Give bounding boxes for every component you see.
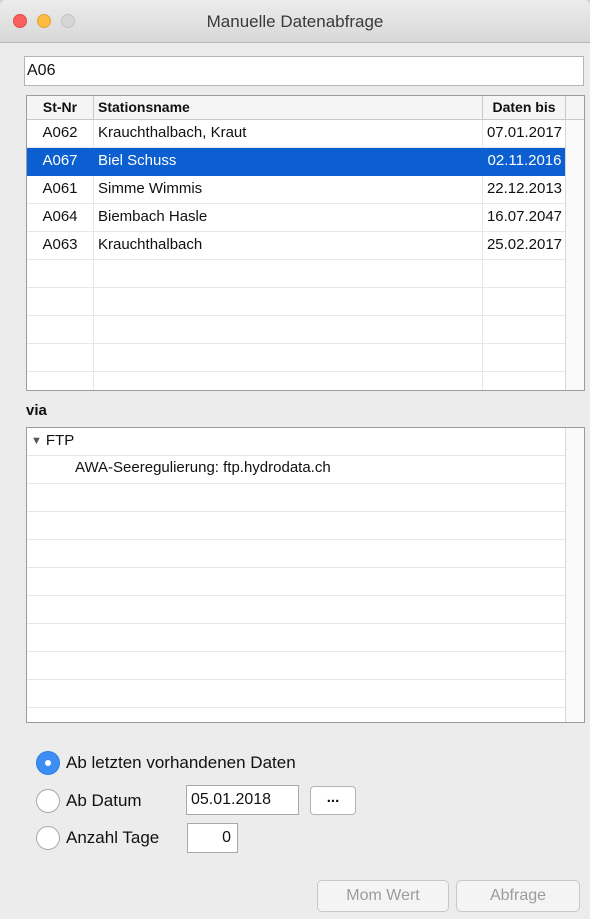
window: Manuelle Datenabfrage St-Nr Stationsname… xyxy=(0,0,590,919)
tree-rows: ▼ FTP AWA-Seeregulierung: ftp.hydrodata.c… xyxy=(27,428,566,708)
tree-row-empty xyxy=(27,624,566,652)
cell-st-nr: A062 xyxy=(42,124,78,141)
mom-wert-button[interactable]: Mom Wert xyxy=(317,880,449,912)
tree-row-empty xyxy=(27,568,566,596)
date-picker-button[interactable]: ... xyxy=(310,786,356,815)
table-cell-empty xyxy=(482,316,566,343)
tree-child-source: AWA-Seeregulierung: ftp.hydrodata.ch xyxy=(75,459,331,476)
table-row-empty xyxy=(27,372,566,390)
via-label: via xyxy=(26,402,47,419)
station-table: St-Nr Stationsname Daten bis A062 Kraucht… xyxy=(26,95,585,391)
column-header-stationsname[interactable]: Stationsname xyxy=(93,96,482,120)
table-cell-empty xyxy=(27,316,93,343)
disclosure-triangle-icon[interactable]: ▼ xyxy=(31,431,42,451)
table-cell-empty xyxy=(93,288,482,315)
cell-daten-bis: 16.07.2047 xyxy=(482,204,566,231)
cell-daten-bis: 25.02.2017 xyxy=(482,232,566,259)
tree-scrollbar[interactable] xyxy=(565,428,584,722)
option-ab-letzten[interactable]: Ab letzten vorhandenen Daten xyxy=(36,750,296,776)
window-title: Manuelle Datenabfrage xyxy=(206,12,384,31)
cell-stationsname: Simme Wimmis xyxy=(93,176,482,203)
cell-stationsname: Biel Schuss xyxy=(93,148,482,175)
option-ab-datum[interactable]: Ab Datum xyxy=(36,788,142,814)
table-cell-empty xyxy=(482,344,566,371)
radio-anzahl-tage[interactable] xyxy=(36,826,60,850)
cell-st-nr: A063 xyxy=(42,236,78,253)
tree-row-source[interactable]: AWA-Seeregulierung: ftp.hydrodata.ch xyxy=(27,456,566,484)
cell-st-nr: A061 xyxy=(42,180,78,197)
table-row-empty xyxy=(27,260,566,288)
titlebar: Manuelle Datenabfrage xyxy=(0,0,590,43)
column-header-st-nr[interactable]: St-Nr xyxy=(27,96,93,120)
table-cell-empty xyxy=(482,372,566,390)
tree-row-empty xyxy=(27,512,566,540)
table-cell-empty xyxy=(93,344,482,371)
cell-stationsname: Krauchthalbach xyxy=(93,232,482,259)
abfrage-button[interactable]: Abfrage xyxy=(456,880,580,912)
table-cell-empty xyxy=(27,344,93,371)
tree-row-empty xyxy=(27,540,566,568)
tree-row-empty xyxy=(27,484,566,512)
radio-ab-letzten[interactable] xyxy=(36,751,60,775)
table-row[interactable]: A062 Krauchthalbach, Kraut 07.01.2017 xyxy=(27,120,566,148)
table-cell-empty xyxy=(93,260,482,287)
tree-node-ftp: FTP xyxy=(45,432,75,449)
table-cell-empty xyxy=(93,372,482,390)
tree-row-empty xyxy=(27,680,566,708)
table-row[interactable]: A063 Krauchthalbach 25.02.2017 xyxy=(27,232,566,260)
table-body: A062 Krauchthalbach, Kraut 07.01.2017 A067 B… xyxy=(27,120,566,390)
cell-daten-bis: 07.01.2017 xyxy=(482,120,566,147)
table-cell-empty xyxy=(27,260,93,287)
table-row[interactable]: A064 Biembach Hasle 16.07.2047 xyxy=(27,204,566,232)
date-input[interactable] xyxy=(186,785,299,815)
days-input[interactable] xyxy=(187,823,238,853)
table-cell-empty xyxy=(482,288,566,315)
table-cell-empty xyxy=(27,288,93,315)
table-row[interactable]: A067 Biel Schuss 02.11.2016 xyxy=(27,148,566,176)
cell-daten-bis: 02.11.2016 xyxy=(482,148,566,175)
column-header-daten-bis[interactable]: Daten bis xyxy=(482,96,566,120)
table-cell-empty xyxy=(482,260,566,287)
table-scrollbar[interactable] xyxy=(565,120,584,390)
cell-st-nr: A064 xyxy=(42,208,78,225)
table-row-empty xyxy=(27,316,566,344)
tree-row-empty xyxy=(27,652,566,680)
cell-daten-bis: 22.12.2013 xyxy=(482,176,566,203)
radio-ab-datum[interactable] xyxy=(36,789,60,813)
tree-row-ftp[interactable]: ▼ FTP xyxy=(27,428,566,456)
radio-label-ab-letzten: Ab letzten vorhandenen Daten xyxy=(66,753,296,772)
radio-label-anzahl-tage: Anzahl Tage xyxy=(66,828,160,847)
radio-label-ab-datum: Ab Datum xyxy=(66,791,142,810)
cell-st-nr: A067 xyxy=(42,152,78,169)
table-row[interactable]: A061 Simme Wimmis 22.12.2013 xyxy=(27,176,566,204)
option-anzahl-tage[interactable]: Anzahl Tage xyxy=(36,825,159,851)
table-row-empty xyxy=(27,344,566,372)
station-search-input[interactable] xyxy=(24,56,584,86)
table-header: St-Nr Stationsname Daten bis xyxy=(27,96,584,120)
cell-stationsname: Biembach Hasle xyxy=(93,204,482,231)
tree-row-empty xyxy=(27,596,566,624)
cell-stationsname: Krauchthalbach, Kraut xyxy=(93,120,482,147)
table-row-empty xyxy=(27,288,566,316)
table-cell-empty xyxy=(27,372,93,390)
table-cell-empty xyxy=(93,316,482,343)
via-tree: ▼ FTP AWA-Seeregulierung: ftp.hydrodata.c… xyxy=(26,427,585,723)
